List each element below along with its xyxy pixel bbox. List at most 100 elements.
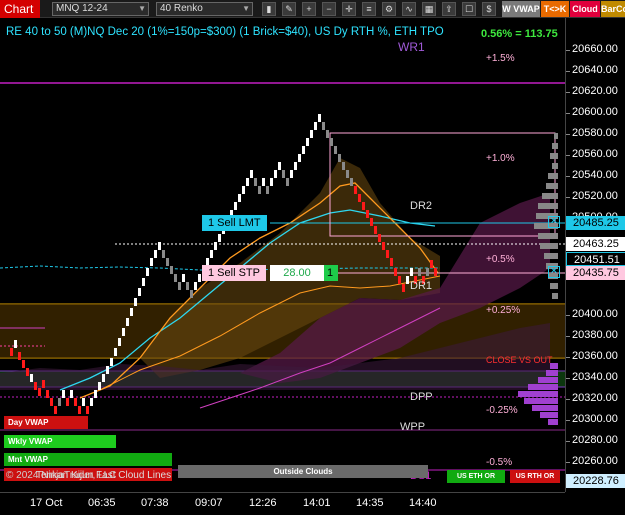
renko-brick — [62, 390, 65, 398]
cloud-button[interactable]: Cloud — [570, 1, 600, 17]
renko-brick — [290, 170, 293, 178]
renko-brick — [86, 406, 89, 414]
y-tick-label: 20300.00 — [572, 413, 618, 425]
data-box-icon[interactable]: ☐ — [462, 2, 476, 16]
chart-title: RE 40 to 50 (M)NQ Dec 20 (1%=150p=$300) … — [6, 26, 444, 38]
barcolor-button[interactable]: BarCo — [601, 1, 625, 17]
wr1-label: WR1 — [398, 40, 425, 54]
y-tick-label: 20620.00 — [572, 85, 618, 97]
renko-brick — [18, 352, 21, 360]
zoom-out-icon[interactable]: − — [322, 2, 336, 16]
price-plot[interactable]: RE 40 to 50 (M)NQ Dec 20 (1%=150p=$300) … — [0, 18, 565, 492]
renko-brick — [246, 178, 249, 186]
chart-toolbar: Chart MNQ 12-24 ▼ 40 Renko ▼ ▮ ✎ + − ✛ ≡… — [0, 0, 625, 18]
renko-brick — [350, 178, 353, 186]
bar-chart-icon[interactable]: ▮ — [262, 2, 276, 16]
level-plus-1-0: +1.0% — [486, 153, 515, 164]
renko-brick — [286, 178, 289, 186]
renko-brick — [366, 210, 369, 218]
y-tick-label: 20340.00 — [572, 371, 618, 383]
y-tick-mark — [566, 92, 570, 93]
renko-brick — [58, 398, 61, 406]
renko-brick — [430, 260, 433, 268]
volume-profile-bar — [552, 163, 558, 169]
indicators-icon[interactable]: ∿ — [402, 2, 416, 16]
renko-brick — [242, 186, 245, 194]
chart-tab-label[interactable]: Chart — [0, 0, 40, 18]
y-tick-label: 20280.00 — [572, 434, 618, 446]
renko-brick — [382, 242, 385, 250]
volume-profile-bar — [546, 183, 558, 189]
renko-brick — [302, 146, 305, 154]
renko-brick — [262, 178, 265, 186]
renko-brick — [234, 202, 237, 210]
pct-change: 0.56% = 113.75 — [481, 28, 558, 40]
renko-brick — [30, 374, 33, 382]
renko-brick — [50, 398, 53, 406]
stp-price-tag: 20435.75 — [566, 266, 625, 280]
renko-brick — [78, 406, 81, 414]
crosshair-icon[interactable]: ✛ — [342, 2, 356, 16]
volume-profile-bar — [550, 153, 558, 159]
y-tick-mark — [566, 176, 570, 177]
sell-stp-order[interactable]: 1 Sell STP — [202, 265, 266, 281]
stp-qty-box[interactable]: 1 — [324, 265, 338, 281]
sell-lmt-order[interactable]: 1 Sell LMT — [202, 215, 267, 231]
renko-brick — [134, 298, 137, 306]
share-icon[interactable]: ⇪ — [442, 2, 456, 16]
zoom-in-icon[interactable]: + — [302, 2, 316, 16]
y-tick-mark — [566, 399, 570, 400]
chart-trader-icon[interactable]: $ — [482, 2, 496, 16]
y-tick-mark — [566, 441, 570, 442]
template-icon[interactable]: ▦ — [422, 2, 436, 16]
chevron-down-icon: ▼ — [138, 4, 146, 13]
cancel-stp-icon[interactable]: ✕ — [548, 266, 560, 278]
x-tick: 07:38 — [141, 497, 169, 509]
renko-brick — [54, 406, 57, 414]
y-tick-label: 20560.00 — [572, 148, 618, 160]
close-label: CLOSE VS OUT — [486, 355, 553, 365]
renko-brick — [174, 274, 177, 282]
time-axis[interactable]: 17 Oct 06:35 07:38 09:07 12:26 14:01 14:… — [0, 492, 565, 515]
level-plus-1-5: +1.5% — [486, 53, 515, 64]
renko-brick — [358, 194, 361, 202]
draw-tools-icon[interactable]: ✎ — [282, 2, 296, 16]
y-tick-label: 20320.00 — [572, 392, 618, 404]
renko-brick — [346, 170, 349, 178]
renko-brick — [198, 274, 201, 282]
bar-type-selector[interactable]: 40 Renko ▼ — [156, 2, 253, 16]
renko-brick — [14, 340, 17, 348]
y-tick-mark — [566, 113, 570, 114]
overlay-label: Tenkan Kijun Fast Cloud Lines — [36, 470, 172, 481]
y-tick-mark — [566, 378, 570, 379]
y-tick-label: 20660.00 — [572, 43, 618, 55]
strategy-icon[interactable]: ⚙ — [382, 2, 396, 16]
renko-brick — [318, 114, 321, 122]
renko-brick — [22, 360, 25, 368]
last-price-tag: 20463.25 — [566, 237, 625, 251]
renko-brick — [410, 268, 413, 276]
instrument-selector[interactable]: MNQ 12-24 ▼ — [52, 2, 149, 16]
volume-profile-bar — [550, 283, 558, 289]
price-axis[interactable]: 20660.00 20640.00 20620.00 20600.00 20580.00… — [565, 18, 625, 492]
renko-brick — [74, 398, 77, 406]
y-tick-mark — [566, 50, 570, 51]
renko-brick — [314, 122, 317, 130]
renko-brick — [166, 258, 169, 266]
y-tick-label: 20400.00 — [572, 308, 618, 320]
renko-brick — [178, 282, 181, 290]
properties-icon[interactable]: ≡ — [362, 2, 376, 16]
y-tick-mark — [566, 336, 570, 337]
stp-price-box[interactable]: 28.00 — [270, 265, 324, 281]
renko-brick — [102, 374, 105, 382]
dr1-label: DR1 — [410, 280, 433, 292]
renko-brick — [294, 162, 297, 170]
renko-brick — [38, 388, 41, 396]
renko-brick — [70, 390, 73, 398]
tk-button[interactable]: T<>K — [541, 1, 569, 17]
renko-brick — [310, 130, 313, 138]
y-tick-label: 20260.00 — [572, 455, 618, 467]
cancel-lmt-icon[interactable]: ✕ — [548, 216, 560, 228]
w-vwap-button[interactable]: W VWAP — [502, 1, 540, 17]
volume-profile-bar — [538, 377, 558, 383]
